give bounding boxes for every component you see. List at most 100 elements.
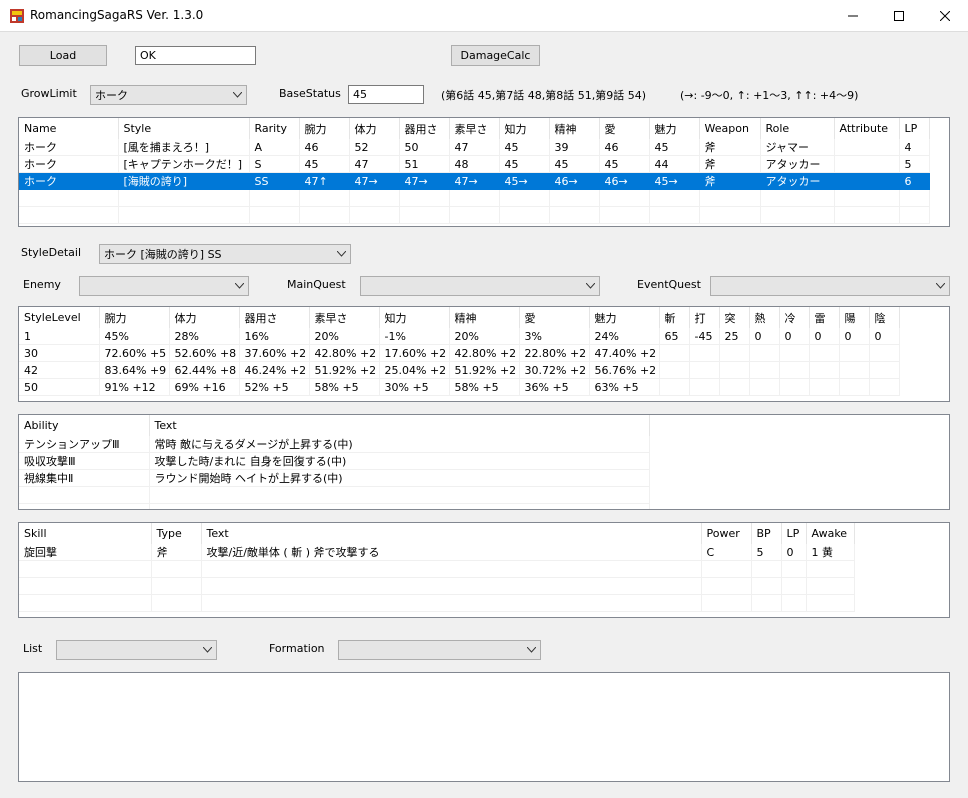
table-cell: [659, 378, 690, 396]
column-header[interactable]: 陰: [869, 307, 900, 328]
empty-cell: [149, 486, 650, 504]
column-header[interactable]: 愛: [599, 118, 650, 139]
column-header[interactable]: 精神: [449, 307, 520, 328]
table-row[interactable]: 吸収攻撃Ⅲ 攻撃した時/まれに 自身を回復する(中): [19, 452, 650, 470]
table-cell: 斧: [699, 155, 761, 173]
column-header[interactable]: Power: [701, 523, 752, 544]
empty-cell: [449, 206, 500, 224]
column-header[interactable]: 腕力: [99, 307, 170, 328]
table-row[interactable]: ホーク [キャプテンホークだ！] S 45 47 51 48 45 45 45 44 斧アタッカー 5: [19, 155, 930, 173]
table-cell: 91% +12: [99, 378, 170, 396]
empty-row: [19, 560, 855, 578]
column-header[interactable]: Type: [151, 523, 202, 544]
column-header[interactable]: Role: [760, 118, 835, 139]
column-header[interactable]: Weapon: [699, 118, 761, 139]
table-row[interactable]: 30 72.60% +5 52.60% +8 37.60% +2 42.80% +2 17…: [19, 344, 900, 362]
abilities-grid[interactable]: Ability Text テンションアップⅢ 常時 敵に与えるダメージが上昇する(中…: [18, 414, 950, 510]
damagecalc-button[interactable]: DamageCalc: [451, 45, 540, 66]
table-cell: 45: [499, 139, 550, 156]
levels-table: StyleLevel 腕力 体力 器用さ 素早さ 知力 精神愛魅力斬打突熱冷雷陽陰 1 45%…: [19, 307, 900, 396]
styles-table: Name Style Rarity 腕力 体力 器用さ 素早さ 知力 精神愛魅力 Weapon Ro…: [19, 118, 930, 224]
table-row[interactable]: 1 45% 28% 16% 20% -1% 20% 3% 24% 65 -45 25 0 0 0 0 0: [19, 328, 900, 345]
column-header[interactable]: 陽: [839, 307, 870, 328]
levels-grid[interactable]: StyleLevel 腕力 体力 器用さ 素早さ 知力 精神愛魅力斬打突熱冷雷陽陰 1 45%…: [18, 306, 950, 402]
table-row[interactable]: ホーク [風を捕まえろ！] A 46 52 50 47 45 39 46 45 斧ジャマー 4: [19, 139, 930, 156]
styles-grid[interactable]: Name Style Rarity 腕力 体力 器用さ 素早さ 知力 精神愛魅力 Weapon Ro…: [18, 117, 950, 227]
table-cell: [キャプテンホークだ！]: [118, 155, 250, 173]
table-row[interactable]: テンションアップⅢ 常時 敵に与えるダメージが上昇する(中): [19, 436, 650, 453]
styledetail-select[interactable]: ホーク [海賊の誇り] SS: [99, 244, 351, 264]
minimize-icon: [848, 15, 858, 17]
table-cell: 17.60% +2: [379, 344, 450, 362]
basestatus-input[interactable]: 45: [348, 85, 424, 104]
column-header[interactable]: 突: [719, 307, 750, 328]
column-header[interactable]: BP: [751, 523, 782, 544]
table-cell: 65: [659, 328, 690, 345]
column-header[interactable]: 打: [689, 307, 720, 328]
output-textarea[interactable]: [18, 672, 950, 782]
column-header[interactable]: Text: [149, 415, 650, 436]
column-header[interactable]: 魅力: [649, 118, 700, 139]
column-header[interactable]: Text: [201, 523, 702, 544]
mainquest-select[interactable]: [360, 276, 600, 296]
enemy-select[interactable]: [79, 276, 249, 296]
column-header[interactable]: Skill: [19, 523, 152, 544]
table-cell: 58% +5: [309, 378, 380, 396]
column-header[interactable]: Rarity: [249, 118, 300, 139]
column-header[interactable]: Style: [118, 118, 250, 139]
column-header[interactable]: 腕力: [299, 118, 350, 139]
table-row[interactable]: 42 83.64% +9 62.44% +8 46.24% +2 51.92% +2 25…: [19, 361, 900, 379]
table-cell: 39: [549, 139, 600, 156]
maximize-button[interactable]: [876, 0, 922, 32]
column-header[interactable]: Awake: [806, 523, 855, 544]
table-cell: [869, 344, 900, 362]
table-cell: 46.24% +2: [239, 361, 310, 379]
minimize-button[interactable]: [830, 0, 876, 32]
column-header[interactable]: Attribute: [834, 118, 900, 139]
chevron-down-icon: [203, 647, 212, 653]
table-row[interactable]: 視線集中Ⅱ ラウンド開始時 ヘイトが上昇する(中): [19, 469, 650, 487]
table-row[interactable]: 旋回撃斧攻撃/近/敵単体 ( 斬 ) 斧で攻撃する C 5 0 1 黄: [19, 544, 855, 561]
column-header[interactable]: 熱: [749, 307, 780, 328]
table-row[interactable]: 50 91% +12 69% +16 52% +5 58% +5 30% +5 58% +5…: [19, 378, 900, 396]
column-header[interactable]: 雷: [809, 307, 840, 328]
load-button[interactable]: Load: [19, 45, 107, 66]
column-header[interactable]: 体力: [169, 307, 240, 328]
mainquest-label: MainQuest: [287, 278, 346, 291]
column-header[interactable]: 愛: [519, 307, 590, 328]
column-header[interactable]: Name: [19, 118, 119, 139]
column-header[interactable]: LP: [899, 118, 930, 139]
table-cell: 45: [499, 155, 550, 173]
column-header[interactable]: 体力: [349, 118, 400, 139]
list-select[interactable]: [56, 640, 217, 660]
formation-select[interactable]: [338, 640, 541, 660]
table-cell: [779, 361, 810, 379]
empty-cell: [151, 577, 202, 595]
column-header[interactable]: 素早さ: [309, 307, 380, 328]
table-cell: 46→: [599, 172, 650, 190]
growlimit-value: ホーク: [95, 89, 128, 102]
column-header[interactable]: 器用さ: [399, 118, 450, 139]
column-header[interactable]: 魅力: [589, 307, 660, 328]
column-header[interactable]: StyleLevel: [19, 307, 100, 328]
close-button[interactable]: [922, 0, 968, 32]
skills-grid[interactable]: Skill Type Text Power BP LP Awake 旋回撃斧攻撃/近/敵単体…: [18, 522, 950, 618]
table-cell: 47.40% +2: [589, 344, 660, 362]
table-row[interactable]: ホーク [海賊の誇り] SS 47↑ 47→ 47→ 47→ 45→ 46→ 46→ 45→ 斧アタッ…: [19, 172, 930, 190]
column-header[interactable]: 素早さ: [449, 118, 500, 139]
column-header[interactable]: Ability: [19, 415, 150, 436]
eventquest-select[interactable]: [710, 276, 950, 296]
column-header[interactable]: 知力: [379, 307, 450, 328]
empty-cell: [399, 206, 450, 224]
column-header[interactable]: 斬: [659, 307, 690, 328]
table-cell: 45: [299, 155, 350, 173]
growlimit-select[interactable]: ホーク: [90, 85, 247, 105]
column-header[interactable]: 冷: [779, 307, 810, 328]
styles-header-row: Name Style Rarity 腕力 体力 器用さ 素早さ 知力 精神愛魅力 Weapon Ro…: [19, 118, 930, 139]
column-header[interactable]: LP: [781, 523, 807, 544]
column-header[interactable]: 精神: [549, 118, 600, 139]
table-cell: 47↑: [299, 172, 350, 190]
column-header[interactable]: 知力: [499, 118, 550, 139]
status-textbox[interactable]: OK: [135, 46, 256, 65]
column-header[interactable]: 器用さ: [239, 307, 310, 328]
